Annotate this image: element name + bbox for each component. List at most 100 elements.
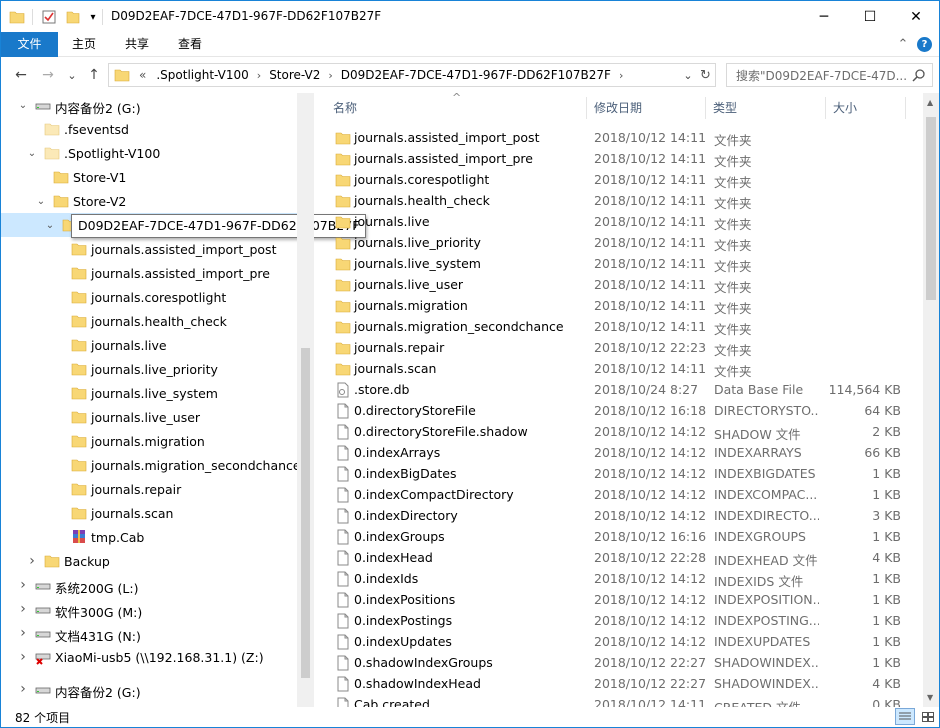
chevron-down-icon[interactable]: ⌄ <box>26 147 38 159</box>
file-row[interactable]: journals.live_priority 2018/10/12 14:11 文件… <box>331 232 921 253</box>
chevron-right-icon[interactable]: › <box>17 649 29 665</box>
column-divider[interactable] <box>705 97 706 119</box>
tree-item-431g-n[interactable]: › 文档431G (N:) <box>1 621 297 645</box>
chevron-down-icon[interactable]: ⌄ <box>44 219 56 231</box>
tree-item-backup[interactable]: › Backup <box>1 549 297 573</box>
file-row[interactable]: .store.db 2018/10/24 8:27 Data Base File 11… <box>331 379 921 400</box>
file-row[interactable]: 0.indexDirectory 2018/10/12 14:12 INDEXDIR… <box>331 505 921 526</box>
up-button[interactable]: ↑ <box>85 66 103 84</box>
tab-view[interactable]: 查看 <box>164 32 216 57</box>
minimize-button[interactable]: ─ <box>801 1 847 32</box>
file-row[interactable]: journals.scan 2018/10/12 14:11 文件夹 <box>331 358 921 379</box>
large-icons-view-button[interactable] <box>918 708 938 725</box>
close-button[interactable]: ✕ <box>893 1 939 32</box>
column-divider[interactable] <box>905 97 906 119</box>
help-icon[interactable]: ? <box>917 37 932 52</box>
column-header-date[interactable]: 修改日期 <box>594 93 642 121</box>
scrollbar-thumb[interactable] <box>926 117 936 300</box>
file-row[interactable]: journals.live_system 2018/10/12 14:11 文件夹 <box>331 253 921 274</box>
tree-item-store-v1[interactable]: Store-V1 <box>1 165 297 189</box>
file-row[interactable]: Cab.created 2018/10/12 14:11 CREATED 文件 0 K… <box>331 694 921 707</box>
column-divider[interactable] <box>586 97 587 119</box>
address-dropdown-button[interactable]: ⌄ <box>679 66 697 84</box>
file-row[interactable]: 0.indexBigDates 2018/10/12 14:12 INDEXBIGD… <box>331 463 921 484</box>
file-row[interactable]: 0.indexArrays 2018/10/12 14:12 INDEXARRAYS… <box>331 442 921 463</box>
file-row[interactable]: 0.indexCompactDirectory 2018/10/12 14:12 I… <box>331 484 921 505</box>
breadcrumb-current-folder[interactable]: D09D2EAF-7DCE-47D1-967F-DD62F107B27F <box>336 68 616 82</box>
file-row[interactable]: 0.indexGroups 2018/10/12 16:16 INDEXGROUPS… <box>331 526 921 547</box>
file-row[interactable]: 0.indexIds 2018/10/12 14:12 INDEXIDS 文件 1 K… <box>331 568 921 589</box>
file-row[interactable]: journals.migration 2018/10/12 14:11 文件夹 <box>331 295 921 316</box>
tree-item-journals-scan[interactable]: journals.scan <box>1 501 297 525</box>
breadcrumb-store-v2[interactable]: Store-V2 <box>264 68 325 82</box>
back-button[interactable]: ← <box>12 66 30 84</box>
file-row[interactable]: 0.shadowIndexGroups 2018/10/12 22:27 SHADO… <box>331 652 921 673</box>
scrollbar-thumb[interactable] <box>301 348 310 678</box>
tree-item-xiaomi-usb5-192-168-31-1-z[interactable]: › XiaoMi-usb5 (\\192.168.31.1) (Z:) <box>1 645 297 669</box>
tree-item-journals-live-priority[interactable]: journals.live_priority <box>1 357 297 381</box>
file-row[interactable]: 0.indexUpdates 2018/10/12 14:12 INDEXUPDAT… <box>331 631 921 652</box>
file-row[interactable]: 0.indexHead 2018/10/12 22:28 INDEXHEAD 文件 4… <box>331 547 921 568</box>
tree-item-2-g[interactable]: ⌄ 内容备份2 (G:) <box>1 93 297 117</box>
tab-share[interactable]: 共享 <box>110 32 164 57</box>
scroll-up-icon[interactable]: ▲ <box>927 98 933 107</box>
chevron-down-icon[interactable]: ⌄ <box>35 195 47 207</box>
tree-item-store-v2[interactable]: ⌄ Store-V2 <box>1 189 297 213</box>
file-row[interactable]: 0.directoryStoreFile.shadow 2018/10/12 14… <box>331 421 921 442</box>
breadcrumb-spotlight[interactable]: .Spotlight-V100 <box>151 68 253 82</box>
search-box[interactable]: 搜索"D09D2EAF-7DCE-47D... <box>726 63 933 87</box>
properties-icon[interactable] <box>39 7 59 27</box>
tree-item-2-g[interactable]: › 内容备份2 (G:) <box>1 677 297 701</box>
new-folder-icon[interactable] <box>63 7 83 27</box>
tree-item-journals-corespotlight[interactable]: journals.corespotlight <box>1 285 297 309</box>
recent-locations-button[interactable]: ⌄ <box>63 66 81 84</box>
tree-item-journals-assisted-import-pre[interactable]: journals.assisted_import_pre <box>1 261 297 285</box>
file-row[interactable]: journals.migration_secondchance 2018/10/1… <box>331 316 921 337</box>
tree-item-spotlight-v100[interactable]: ⌄ .Spotlight-V100 <box>1 141 297 165</box>
breadcrumb-separator-icon[interactable]: › <box>325 69 335 82</box>
column-divider[interactable] <box>825 97 826 119</box>
address-overflow-button[interactable]: « <box>134 68 151 82</box>
tree-item-journals-live[interactable]: journals.live <box>1 333 297 357</box>
chevron-right-icon[interactable]: › <box>17 681 29 697</box>
file-row[interactable]: journals.live_user 2018/10/12 14:11 文件夹 <box>331 274 921 295</box>
column-header-name[interactable]: 名称 <box>333 93 357 121</box>
forward-button[interactable]: → <box>39 66 57 84</box>
refresh-button[interactable]: ↻ <box>696 63 716 87</box>
file-row[interactable]: 0.shadowIndexHead 2018/10/12 22:27 SHADOWI… <box>331 673 921 694</box>
column-header-size[interactable]: 大小 <box>833 93 857 121</box>
scroll-down-icon[interactable]: ▼ <box>927 693 933 702</box>
navigation-pane-scrollbar[interactable] <box>297 93 314 707</box>
tree-item-200g-l[interactable]: › 系统200G (L:) <box>1 573 297 597</box>
column-header-type[interactable]: 类型 <box>713 93 737 121</box>
chevron-right-icon[interactable]: › <box>17 577 29 593</box>
chevron-right-icon[interactable]: › <box>17 625 29 641</box>
maximize-button[interactable]: ☐ <box>847 1 893 32</box>
tree-item-journals-repair[interactable]: journals.repair <box>1 477 297 501</box>
breadcrumb-separator-icon[interactable]: › <box>616 69 626 82</box>
file-row[interactable]: journals.health_check 2018/10/12 14:11 文件夹 <box>331 190 921 211</box>
ribbon-collapse-icon[interactable]: ⌃ <box>893 32 913 57</box>
tree-item-journals-migration-secondchance[interactable]: journals.migration_secondchance <box>1 453 301 477</box>
tree-item-journals-live-system[interactable]: journals.live_system <box>1 381 297 405</box>
file-row[interactable]: journals.corespotlight 2018/10/12 14:11 文件… <box>331 169 921 190</box>
file-row[interactable]: 0.indexPostings 2018/10/12 14:12 INDEXPOST… <box>331 610 921 631</box>
chevron-right-icon[interactable]: › <box>26 553 38 569</box>
file-list-scrollbar[interactable]: ▲ ▼ <box>923 93 939 707</box>
tree-item-fseventsd[interactable]: .fseventsd <box>1 117 297 141</box>
qat-dropdown-icon[interactable]: ▾ <box>83 7 103 27</box>
address-bar[interactable]: « .Spotlight-V100 › Store-V2 › D09D2EAF-… <box>108 63 716 87</box>
tree-item-journals-live-user[interactable]: journals.live_user <box>1 405 297 429</box>
tree-item-journals-assisted-import-post[interactable]: journals.assisted_import_post <box>1 237 297 261</box>
tree-item-300g-m[interactable]: › 软件300G (M:) <box>1 597 297 621</box>
file-row[interactable]: journals.repair 2018/10/12 22:23 文件夹 <box>331 337 921 358</box>
chevron-down-icon[interactable]: ⌄ <box>17 99 29 111</box>
file-row[interactable]: 0.directoryStoreFile 2018/10/12 16:18 DIRE… <box>331 400 921 421</box>
details-view-button[interactable] <box>895 708 915 725</box>
breadcrumb-separator-icon[interactable]: › <box>254 69 264 82</box>
file-row[interactable]: journals.assisted_import_pre 2018/10/12 1… <box>331 148 921 169</box>
tab-home[interactable]: 主页 <box>58 32 110 57</box>
tree-item-tmp-cab[interactable]: tmp.Cab <box>1 525 297 549</box>
tree-item-journals-health-check[interactable]: journals.health_check <box>1 309 297 333</box>
tab-file[interactable]: 文件 <box>1 32 58 57</box>
